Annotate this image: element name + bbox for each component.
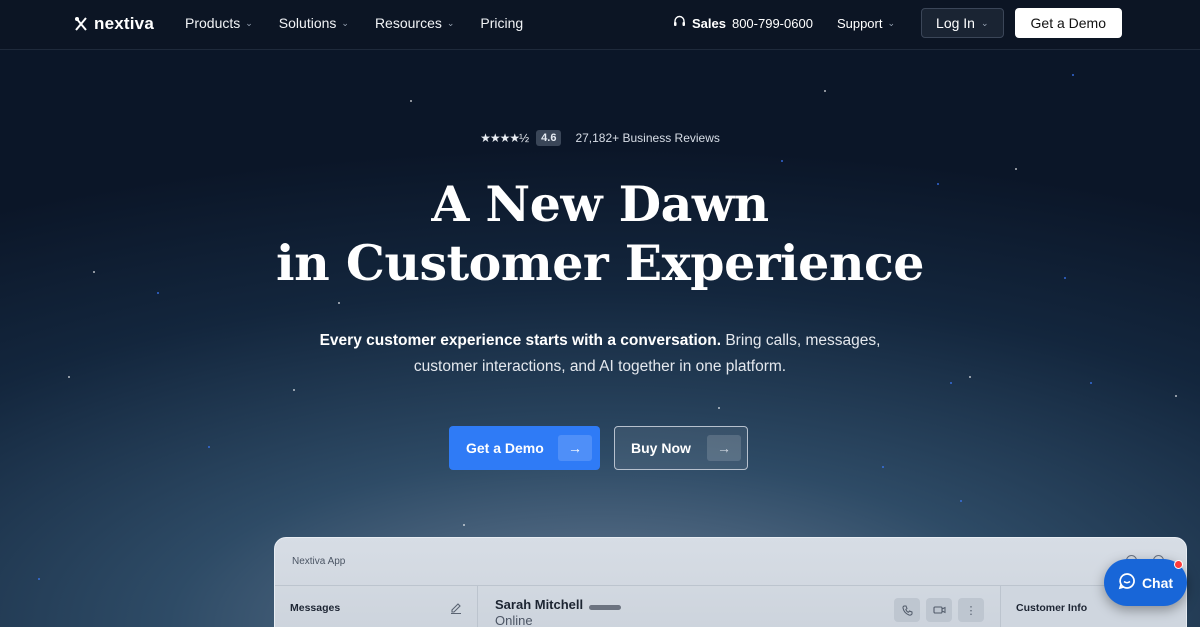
conversation-pane: Sarah Mitchell Online ⋮ — [478, 586, 1001, 627]
main-menu: Products ⌄ Solutions ⌄ Resources ⌄ Prici… — [185, 0, 523, 46]
app-title: Nextiva App — [292, 556, 346, 567]
more-vertical-icon[interactable]: ⋮ — [958, 598, 984, 622]
login-button[interactable]: Log In ⌄ — [921, 8, 1004, 38]
phone-icon[interactable] — [894, 598, 920, 622]
get-demo-label: Get a Demo — [466, 440, 544, 456]
sales-label: Sales — [691, 15, 726, 31]
menu-item-label: Resources — [374, 15, 442, 31]
customer-info-label: Customer Info — [1016, 602, 1088, 614]
hero-cta-group: Get a Demo → Buy Now → — [449, 426, 748, 470]
top-nav: nextiva Products ⌄ Solutions ⌄ Resources… — [0, 0, 1200, 50]
headset-icon — [673, 15, 686, 31]
chevron-down-icon: ⌄ — [980, 17, 989, 28]
rating-score-badge: 4.6 — [536, 130, 562, 146]
app-titlebar: Nextiva App — [275, 538, 1186, 585]
app-preview-window: Nextiva App Messages Sarah Mitchell Onli… — [274, 537, 1187, 627]
app-body: Messages Sarah Mitchell Online ⋮ Custome… — [275, 585, 1186, 627]
contact-name: Sarah Mitchell — [495, 597, 584, 612]
menu-item-products[interactable]: Products ⌄ — [185, 15, 253, 31]
notification-badge — [1174, 560, 1183, 569]
support-menu[interactable]: Support ⌄ — [837, 16, 895, 31]
starfield — [0, 0, 1200, 627]
video-icon[interactable] — [926, 598, 952, 622]
chevron-down-icon: ⌄ — [446, 17, 455, 28]
hero-subheadline: Every customer experience starts with a … — [0, 328, 1200, 380]
logo-text: nextiva — [94, 14, 154, 33]
hero-headline: A New Dawn in Customer Experience — [0, 175, 1200, 293]
subheadline-text-2: customer interactions, and AI together i… — [413, 358, 787, 375]
chat-bubble-icon — [1118, 572, 1136, 593]
messages-label: Messages — [290, 602, 341, 614]
headline-line-2: in Customer Experience — [276, 234, 924, 292]
menu-item-pricing[interactable]: Pricing — [480, 15, 523, 31]
menu-item-label: Pricing — [480, 15, 524, 31]
arrow-right-icon: → — [707, 435, 741, 461]
conversation-actions: ⋮ — [894, 598, 984, 622]
chevron-down-icon: ⌄ — [245, 17, 253, 28]
nav-right: Sales 800-799-0600 Support ⌄ Log In ⌄ Ge… — [673, 8, 1122, 38]
get-demo-button[interactable]: Get a Demo → — [449, 426, 600, 470]
get-demo-nav-button[interactable]: Get a Demo — [1014, 8, 1122, 38]
arrow-right-icon: → — [558, 435, 592, 461]
rating-stars-icon: ★★★★½ — [480, 131, 529, 145]
buy-now-label: Buy Now — [631, 440, 691, 456]
logo[interactable]: nextiva — [74, 14, 154, 34]
chevron-down-icon: ⌄ — [887, 17, 896, 28]
chat-widget-button[interactable]: Chat — [1104, 559, 1187, 606]
chevron-down-icon: ⌄ — [341, 17, 349, 28]
menu-item-resources[interactable]: Resources ⌄ — [375, 15, 454, 31]
nextiva-logo-icon — [74, 16, 88, 32]
typing-indicator — [589, 604, 622, 610]
sales-phone-link[interactable]: Sales 800-799-0600 — [673, 15, 813, 31]
messages-pane: Messages — [275, 586, 478, 627]
subheadline-text-1: Bring calls, messages, — [721, 332, 881, 349]
chat-label: Chat — [1141, 574, 1174, 591]
support-label: Support — [836, 15, 883, 31]
reviews-count: 27,182+ Business Reviews — [575, 131, 720, 145]
menu-item-label: Solutions — [278, 15, 337, 31]
sales-phone: 800-799-0600 — [731, 15, 813, 31]
rating-bar: ★★★★½ 4.6 27,182+ Business Reviews — [0, 130, 1200, 146]
headline-line-1: A New Dawn — [431, 175, 769, 233]
buy-now-button[interactable]: Buy Now → — [614, 426, 748, 470]
subheadline-bold: Every customer experience starts with a … — [319, 332, 722, 349]
menu-item-solutions[interactable]: Solutions ⌄ — [279, 15, 349, 31]
compose-icon[interactable] — [450, 602, 462, 627]
login-label: Log In — [936, 15, 975, 31]
menu-item-label: Products — [185, 15, 241, 31]
